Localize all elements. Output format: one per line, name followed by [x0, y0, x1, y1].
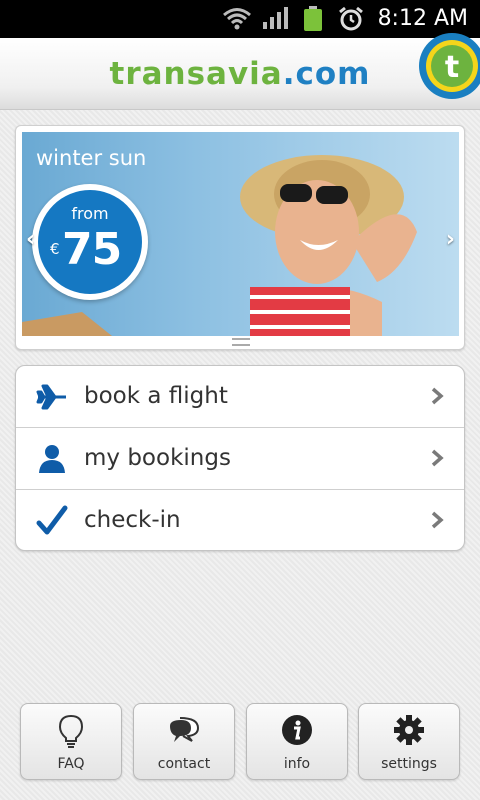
status-bar: 8:12 AM: [0, 0, 480, 38]
banner-prev-icon[interactable]: ‹: [26, 227, 35, 252]
chat-bubbles-icon: [170, 717, 200, 742]
wifi-icon: [223, 8, 251, 30]
menu-item-book-flight[interactable]: book a flight: [16, 366, 464, 428]
gear-icon: [394, 715, 424, 745]
menu-item-my-bookings[interactable]: my bookings: [16, 428, 464, 490]
menu-label-check-in: check-in: [84, 507, 181, 533]
banner-drag-handle-icon[interactable]: [232, 338, 250, 346]
status-time: 8:12 AM: [377, 6, 468, 31]
faq-label: FAQ: [57, 756, 85, 772]
banner-next-icon[interactable]: ›: [446, 227, 455, 252]
signal-icon: [263, 7, 288, 29]
menu-label-book-flight: book a flight: [84, 383, 228, 409]
main-menu: book a flight my bookings check-in: [15, 365, 465, 551]
plane-icon: [36, 384, 66, 410]
price-from-label: from: [71, 204, 109, 223]
price-amount: 75: [62, 224, 122, 275]
menu-item-check-in[interactable]: check-in: [16, 490, 464, 550]
app-header: transavia.com t: [0, 33, 480, 110]
bottom-bar: FAQ contact info settings: [20, 703, 460, 780]
lightbulb-icon: [58, 714, 84, 748]
alarm-icon: [339, 6, 363, 31]
info-button[interactable]: info: [246, 703, 348, 780]
info-icon: [282, 715, 312, 745]
info-label: info: [283, 756, 311, 772]
chevron-right-icon: [431, 511, 444, 529]
transavia-logo: transavia.com: [0, 56, 480, 92]
transavia-t-badge-icon: t: [419, 33, 480, 99]
promo-banner-card[interactable]: winter sun from € 75 ‹ ›: [15, 125, 465, 350]
settings-label: settings: [381, 756, 437, 772]
badge-letter: t: [445, 50, 459, 85]
checkmark-icon: [36, 505, 68, 535]
menu-label-my-bookings: my bookings: [84, 445, 231, 471]
logo-text-main: transavia: [109, 56, 283, 92]
contact-label: contact: [157, 756, 211, 772]
chevron-right-icon: [431, 449, 444, 467]
promo-banner[interactable]: winter sun from € 75 ‹ ›: [22, 132, 459, 336]
price-currency: €: [50, 240, 60, 258]
logo-text-domain: .com: [282, 56, 371, 92]
price-badge: from € 75: [32, 184, 148, 300]
chevron-right-icon: [431, 387, 444, 405]
promo-headline: winter sun: [36, 146, 147, 170]
battery-icon: [304, 6, 322, 31]
settings-button[interactable]: settings: [358, 703, 460, 780]
contact-button[interactable]: contact: [133, 703, 235, 780]
faq-button[interactable]: FAQ: [20, 703, 122, 780]
person-icon: [39, 445, 65, 473]
